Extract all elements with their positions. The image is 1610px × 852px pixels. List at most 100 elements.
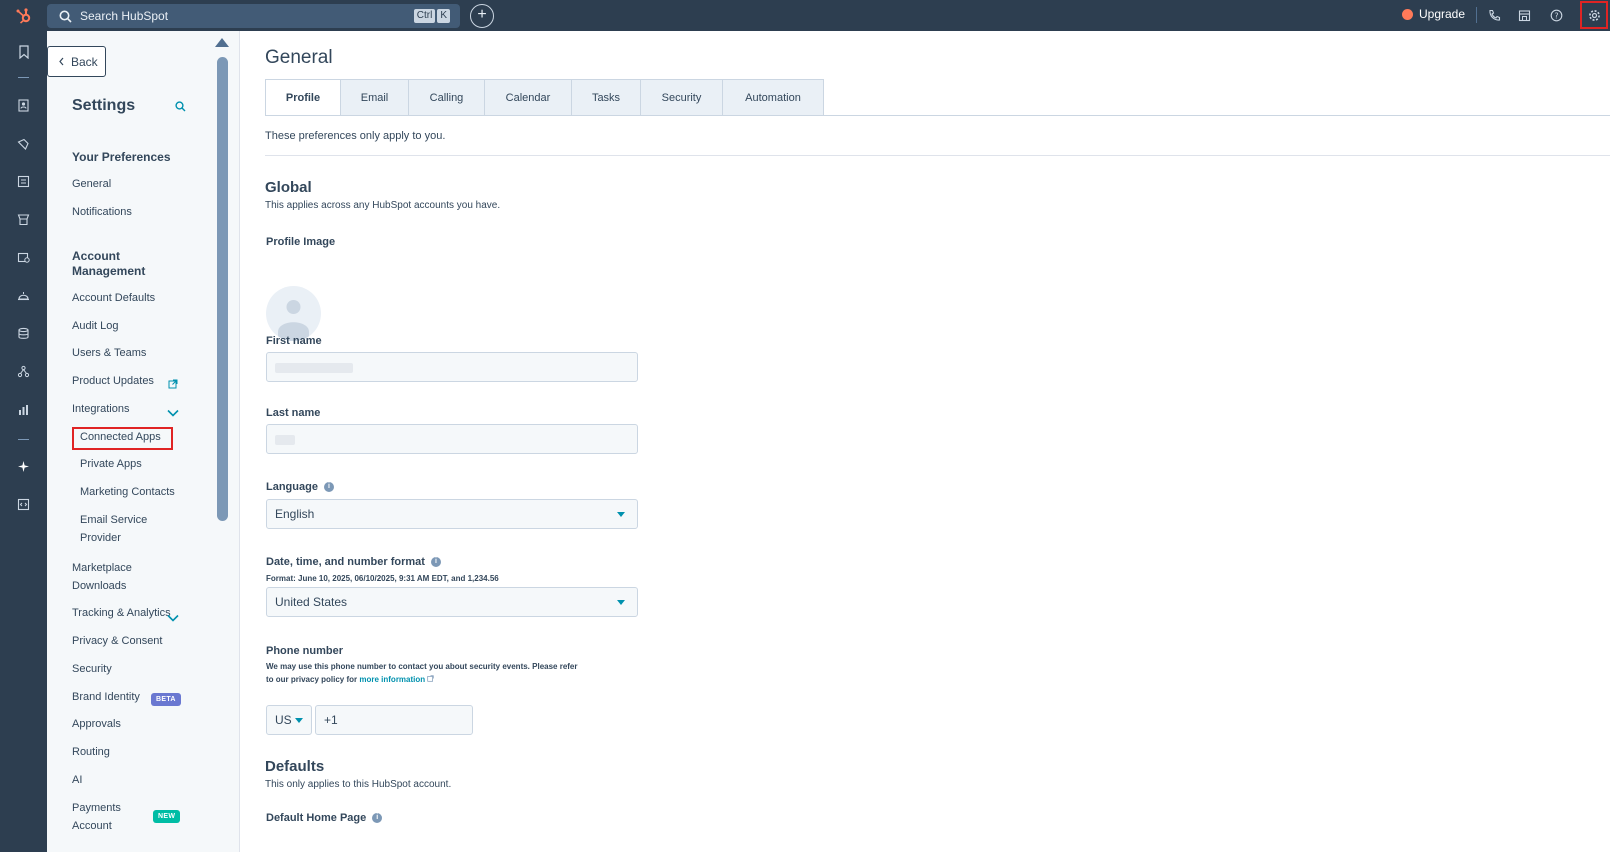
format-value: United States — [275, 595, 348, 609]
main-nav-rail — [0, 31, 47, 852]
sidebar-scrollbar-thumb[interactable] — [217, 57, 228, 521]
nav-item-marketplace-downloads[interactable]: Marketplace Downloads — [72, 559, 152, 595]
nav-item-general[interactable]: General — [72, 175, 111, 193]
info-icon[interactable]: i — [430, 557, 441, 567]
marketplace-icon[interactable] — [1516, 7, 1533, 24]
tab-calendar[interactable]: Calendar — [485, 79, 572, 116]
gear-icon — [1588, 9, 1600, 21]
nav-item-integrations[interactable]: Integrations — [72, 400, 129, 418]
kbd-k: K — [437, 9, 450, 23]
nav-item-connected-apps[interactable]: Connected Apps — [80, 428, 161, 446]
nav-item-notifications[interactable]: Notifications — [72, 203, 132, 221]
nav-item-email-service-provider[interactable]: Email Service Provider — [80, 511, 165, 547]
nav-item-private-apps[interactable]: Private Apps — [80, 455, 142, 473]
nav-heading-your-preferences: Your Preferences — [72, 150, 171, 164]
create-new-button[interactable]: + — [470, 4, 494, 28]
data-management-icon[interactable] — [16, 326, 31, 341]
profile-avatar[interactable] — [266, 286, 321, 341]
tab-security[interactable]: Security — [641, 79, 723, 116]
settings-gear-button[interactable] — [1580, 1, 1608, 29]
user-placeholder-icon — [278, 300, 309, 341]
nav-item-ai[interactable]: AI — [72, 771, 82, 789]
phone-help-line-2: to our privacy policy for more informati… — [266, 673, 578, 686]
settings-title: Settings — [72, 97, 136, 114]
help-icon[interactable]: ? — [1548, 7, 1565, 24]
marketing-megaphone-icon[interactable] — [16, 136, 31, 151]
nav-item-approvals[interactable]: Approvals — [72, 715, 121, 733]
caret-down-icon — [617, 600, 625, 605]
chevron-down-icon[interactable] — [167, 404, 179, 422]
rail-divider — [18, 439, 29, 440]
hubspot-logo-icon[interactable] — [0, 0, 47, 31]
nav-item-users-teams[interactable]: Users & Teams — [72, 344, 146, 362]
scroll-up-arrow-icon[interactable] — [215, 38, 229, 47]
caret-down-icon — [295, 718, 303, 723]
external-link-icon — [168, 376, 178, 394]
last-name-field[interactable] — [266, 424, 638, 454]
upgrade-button[interactable]: Upgrade — [1402, 7, 1465, 21]
phone-number-input[interactable] — [316, 706, 472, 734]
service-icon[interactable] — [16, 288, 31, 303]
nav-item-security[interactable]: Security — [72, 660, 112, 678]
language-value: English — [275, 507, 315, 521]
chevron-down-icon[interactable] — [167, 609, 179, 627]
nav-item-brand-identity[interactable]: Brand Identity — [72, 688, 140, 706]
upgrade-label: Upgrade — [1419, 7, 1466, 21]
more-information-link[interactable]: more information — [359, 675, 425, 684]
tab-tasks[interactable]: Tasks — [572, 79, 641, 116]
default-home-page-label: Default Home Page i — [266, 812, 383, 824]
phone-country-value: US — [275, 713, 292, 727]
caret-down-icon — [617, 512, 625, 517]
breeze-ai-icon[interactable] — [16, 459, 31, 474]
nav-item-marketing-contacts[interactable]: Marketing Contacts — [80, 483, 175, 501]
rail-divider — [18, 77, 29, 78]
phone-help-line-1: We may use this phone number to contact … — [266, 662, 578, 671]
tab-automation[interactable]: Automation — [723, 79, 824, 116]
development-icon[interactable] — [16, 497, 31, 512]
global-search-bar[interactable]: Ctrl K — [47, 4, 460, 28]
info-icon[interactable]: i — [323, 482, 334, 492]
content-icon[interactable] — [16, 174, 31, 189]
first-name-label-text: First name — [266, 335, 322, 347]
automation-icon[interactable] — [16, 364, 31, 379]
tab-profile[interactable]: Profile — [265, 79, 341, 116]
settings-search-icon[interactable] — [175, 99, 186, 117]
svg-text:?: ? — [1554, 11, 1558, 20]
defaults-heading: Defaults — [265, 758, 325, 775]
bookmark-icon[interactable] — [16, 44, 31, 59]
format-select[interactable]: United States — [266, 587, 638, 617]
last-name-input[interactable] — [267, 425, 637, 453]
back-button[interactable]: Back — [47, 46, 106, 77]
nav-item-payments-account[interactable]: Payments Account — [72, 799, 132, 835]
nav-item-product-updates[interactable]: Product Updates — [72, 372, 154, 390]
phone-number-label: Phone number — [266, 645, 343, 657]
phone-country-select[interactable]: US — [266, 705, 312, 735]
page-title: General — [265, 47, 333, 68]
format-label-text: Date, time, and number format — [266, 556, 425, 568]
preferences-intro: These preferences only apply to you. — [265, 130, 446, 142]
commerce-icon[interactable] — [16, 250, 31, 265]
language-label-text: Language — [266, 481, 318, 493]
sales-icon[interactable] — [16, 212, 31, 227]
tab-calling[interactable]: Calling — [409, 79, 485, 116]
phone-number-field[interactable] — [315, 705, 473, 735]
global-search-input[interactable] — [80, 9, 400, 23]
global-heading: Global — [265, 179, 312, 196]
first-name-field[interactable] — [266, 352, 638, 382]
nav-item-audit-log[interactable]: Audit Log — [72, 317, 118, 335]
language-select[interactable]: English — [266, 499, 638, 529]
nav-item-privacy-consent[interactable]: Privacy & Consent — [72, 632, 162, 650]
format-label: Date, time, and number format i — [266, 556, 441, 568]
settings-sidebar: Back Settings Your Preferences General N… — [47, 31, 240, 852]
last-name-label: Last name — [266, 407, 320, 419]
reporting-icon[interactable] — [16, 402, 31, 417]
calling-icon[interactable] — [1486, 7, 1503, 24]
contacts-icon[interactable] — [16, 98, 31, 113]
search-icon — [59, 10, 72, 23]
nav-item-tracking-analytics[interactable]: Tracking & Analytics — [72, 604, 171, 622]
info-icon[interactable]: i — [372, 813, 383, 823]
nav-item-routing[interactable]: Routing — [72, 743, 110, 761]
tab-email[interactable]: Email — [341, 79, 409, 116]
nav-item-account-defaults[interactable]: Account Defaults — [72, 289, 155, 307]
global-description: This applies across any HubSpot accounts… — [265, 200, 501, 211]
